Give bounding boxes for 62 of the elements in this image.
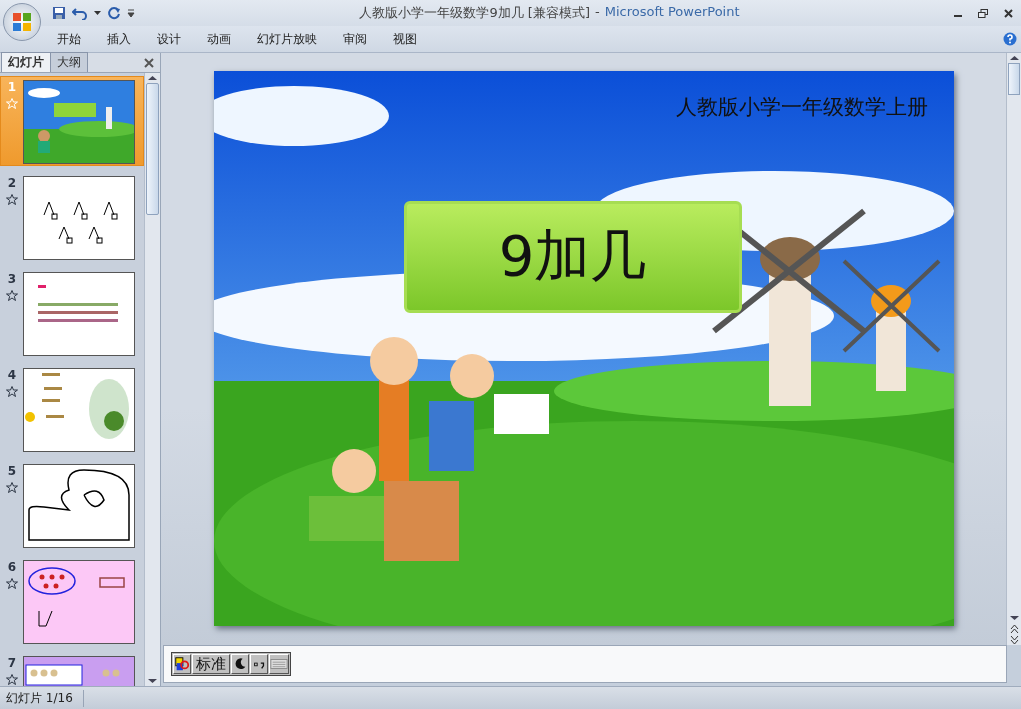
ribbon-tab[interactable]: 开始: [48, 27, 90, 51]
scrollbar[interactable]: [1006, 53, 1021, 645]
star-icon: [6, 290, 18, 301]
slide-number: 3: [7, 272, 17, 286]
app-name: Microsoft PowerPoint: [604, 4, 740, 21]
slide-thumbnail[interactable]: [23, 80, 135, 164]
scroll-thumb[interactable]: [146, 83, 159, 215]
panel-tab[interactable]: 幻灯片: [1, 52, 51, 72]
slide-thumbnail[interactable]: [23, 272, 135, 356]
save-icon[interactable]: [52, 6, 66, 20]
keyboard-icon[interactable]: [269, 654, 289, 674]
scrollbar[interactable]: [144, 73, 160, 686]
slide-number: 4: [7, 368, 17, 382]
notes-pane[interactable]: 标准: [163, 645, 1007, 683]
close-icon[interactable]: [144, 57, 154, 68]
slide-title: 9加几: [498, 221, 647, 290]
redo-icon[interactable]: [107, 6, 121, 20]
ribbon-tab[interactable]: 插入: [98, 27, 140, 51]
dropdown-icon[interactable]: [94, 11, 101, 15]
star-icon: [6, 194, 18, 205]
slide-number: 7: [7, 656, 17, 670]
office-logo-icon: [11, 11, 33, 33]
panel-tab[interactable]: 大纲: [50, 52, 88, 72]
punctuation-icon[interactable]: [250, 654, 268, 674]
title-separator: -: [595, 4, 600, 21]
status-text: 幻灯片 1/16: [0, 689, 84, 707]
moon-icon[interactable]: [231, 654, 249, 674]
slide-number: 1: [7, 80, 17, 94]
slide-thumbnail[interactable]: [23, 560, 135, 644]
slide-thumbnail[interactable]: [23, 176, 135, 260]
slide-thumbnail[interactable]: [23, 368, 135, 452]
ribbon-tab[interactable]: 幻灯片放映: [248, 27, 326, 51]
slide-number: 5: [7, 464, 17, 478]
help-icon[interactable]: [1003, 32, 1017, 46]
scroll-thumb[interactable]: [1008, 63, 1020, 95]
slide-list-item[interactable]: 6: [0, 556, 144, 646]
ribbon-tab[interactable]: 动画: [198, 27, 240, 51]
star-icon: [6, 578, 18, 589]
slide-subtitle: 人教版小学一年级数学上册: [675, 93, 928, 121]
window-title: 人教版小学一年级数学9加几 [兼容模式]: [359, 4, 590, 22]
input-mode-button[interactable]: 标准: [192, 654, 230, 674]
slide-list-item[interactable]: 7: [0, 652, 144, 686]
slide-number: 6: [7, 560, 17, 574]
star-icon: [6, 482, 18, 493]
undo-icon[interactable]: [72, 6, 88, 20]
slide-list-item[interactable]: 2: [0, 172, 144, 262]
customize-icon[interactable]: [127, 9, 135, 17]
input-method-icon[interactable]: [173, 654, 191, 674]
office-button[interactable]: [3, 3, 41, 41]
slide-thumbnail[interactable]: [23, 464, 135, 548]
ribbon-tab[interactable]: 视图: [384, 27, 426, 51]
ribbon-tab[interactable]: 设计: [148, 27, 190, 51]
star-icon: [6, 386, 18, 397]
close-icon[interactable]: [1004, 8, 1013, 18]
slide-list-item[interactable]: 4: [0, 364, 144, 454]
star-icon: [6, 98, 18, 109]
restore-icon[interactable]: [978, 8, 988, 18]
slide-list-item[interactable]: 5: [0, 460, 144, 550]
slide-number: 2: [7, 176, 17, 190]
ribbon-tab[interactable]: 审阅: [334, 27, 376, 51]
star-icon: [6, 674, 18, 685]
slide-list-item[interactable]: 3: [0, 268, 144, 358]
